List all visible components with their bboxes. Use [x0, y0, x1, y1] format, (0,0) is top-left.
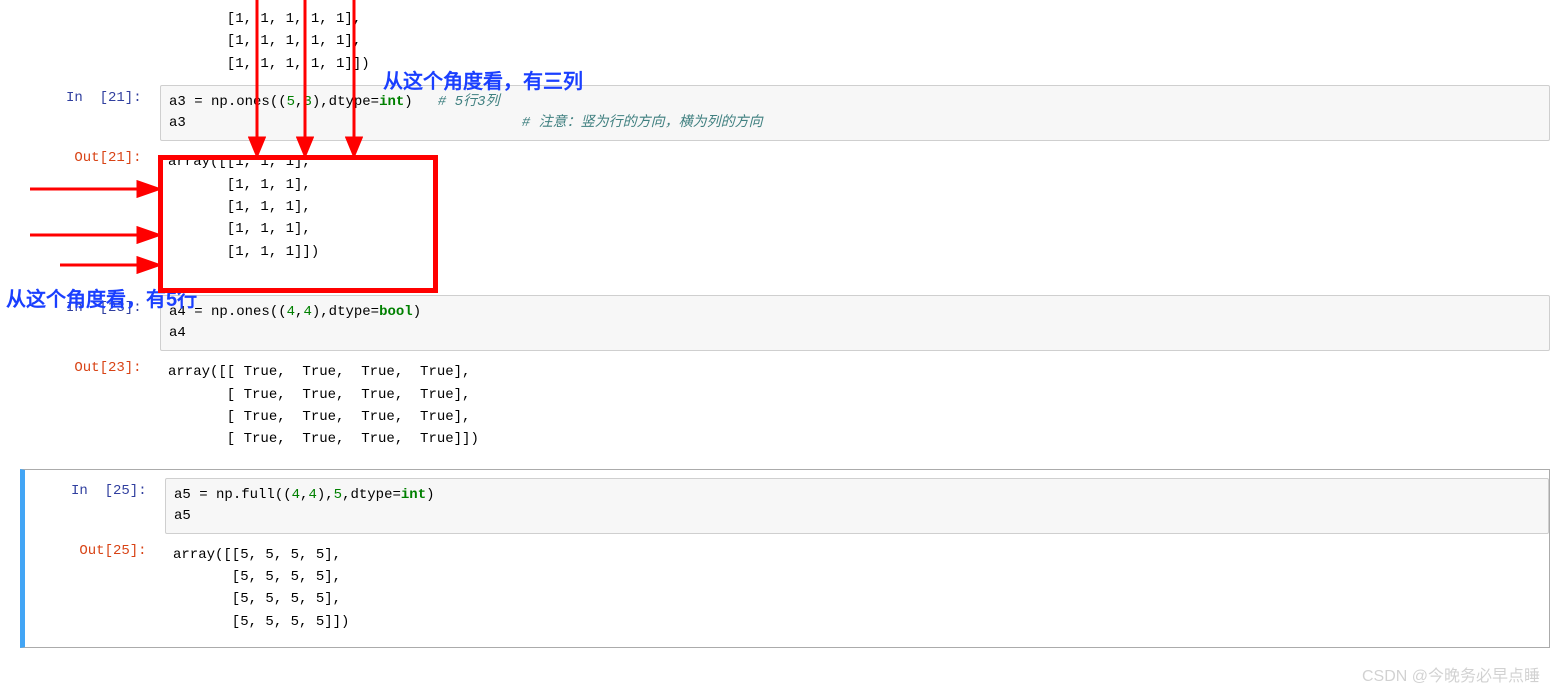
- code-token: a4: [169, 304, 186, 320]
- cell-in-21: In [21]: a3 = np.ones((5,3),dtype=int) #…: [20, 83, 1550, 143]
- code-token: ): [404, 94, 438, 110]
- code-token: int: [401, 487, 426, 503]
- prompt-out-25: Out[25]:: [25, 538, 165, 640]
- cell-in-25: In [25]: a5 = np.full((4,4),5,dtype=int)…: [25, 476, 1549, 536]
- cell-in-23: In [23]: a4 = np.ones((4,4),dtype=bool) …: [20, 293, 1550, 353]
- prompt-out-23: Out[23]:: [20, 355, 160, 457]
- prompt-out-21: Out[21]:: [20, 145, 160, 269]
- jupyter-notebook: [1, 1, 1, 1, 1], [1, 1, 1, 1, 1], [1, 1,…: [20, 0, 1550, 691]
- code-token: a5: [174, 487, 191, 503]
- prev-output-text: [1, 1, 1, 1, 1], [1, 1, 1, 1, 1], [1, 1,…: [160, 2, 1550, 81]
- code-token: 3: [303, 94, 311, 110]
- code-token: 5: [287, 94, 295, 110]
- code-token: a4: [169, 325, 186, 341]
- code-token: 4: [303, 304, 311, 320]
- prompt-in-21: In [21]:: [20, 85, 160, 141]
- code-token: ,dtype=: [342, 487, 401, 503]
- code-token: ),: [317, 487, 334, 503]
- code-comment: # 5行3列: [438, 94, 500, 110]
- code-token: a5: [174, 508, 191, 524]
- code-token: = np.full((: [191, 487, 292, 503]
- code-token: ): [413, 304, 421, 320]
- code-token: = np.ones((: [186, 304, 287, 320]
- output-text-21: array([[1, 1, 1], [1, 1, 1], [1, 1, 1], …: [160, 145, 1550, 269]
- selected-cell-group-25: In [25]: a5 = np.full((4,4),5,dtype=int)…: [20, 469, 1550, 649]
- prompt-in-25: In [25]:: [25, 478, 165, 534]
- code-input-21[interactable]: a3 = np.ones((5,3),dtype=int) # 5行3列 a3 …: [160, 85, 1550, 141]
- output-text-25: array([[5, 5, 5, 5], [5, 5, 5, 5], [5, 5…: [165, 538, 1549, 640]
- code-input-25[interactable]: a5 = np.full((4,4),5,dtype=int) a5: [165, 478, 1549, 534]
- code-comment: # 注意：竖为行的方向，横为列的方向: [522, 115, 763, 131]
- code-input-23[interactable]: a4 = np.ones((4,4),dtype=bool) a4: [160, 295, 1550, 351]
- code-token: ),dtype=: [312, 304, 379, 320]
- spacer: [20, 271, 1550, 293]
- output-text-23: array([[ True, True, True, True], [ True…: [160, 355, 1550, 457]
- code-token: a3: [169, 94, 186, 110]
- prev-output-cell: [1, 1, 1, 1, 1], [1, 1, 1, 1, 1], [1, 1,…: [20, 0, 1550, 83]
- code-token: 4: [292, 487, 300, 503]
- code-token: 4: [308, 487, 316, 503]
- code-token: ),dtype=: [312, 94, 379, 110]
- code-token: ): [426, 487, 434, 503]
- code-token: bool: [379, 304, 413, 320]
- code-token: 5: [334, 487, 342, 503]
- prompt-in-23: In [23]:: [20, 295, 160, 351]
- code-token: a3: [169, 115, 522, 131]
- code-token: 4: [287, 304, 295, 320]
- cell-out-23: Out[23]: array([[ True, True, True, True…: [20, 353, 1550, 459]
- cell-out-25: Out[25]: array([[5, 5, 5, 5], [5, 5, 5, …: [25, 536, 1549, 642]
- code-token: int: [379, 94, 404, 110]
- code-token: = np.ones((: [186, 94, 287, 110]
- prev-output-prompt: [20, 2, 160, 81]
- cell-out-21: Out[21]: array([[1, 1, 1], [1, 1, 1], [1…: [20, 143, 1550, 271]
